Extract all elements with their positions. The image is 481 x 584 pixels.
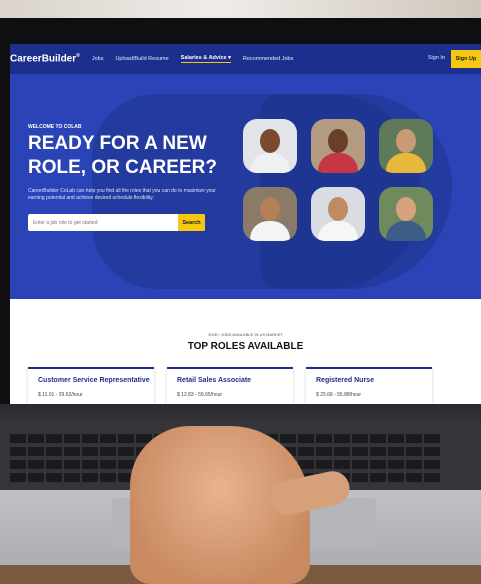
hero-section: WELCOME TO COLAB READY FOR A NEW ROLE, O… [10,74,481,299]
role-title: Customer Service Representative [38,377,150,384]
nav-link-recommended-jobs[interactable]: Recommended Jobs [243,56,293,62]
top-roles-section: 300K+ JOBS AVAILABLE IN US MARKET TOP RO… [10,299,481,404]
person-photo [379,119,433,173]
job-search-bar: Search [28,214,205,231]
nav-link-upload-resume[interactable]: Upload/Build Resume [115,56,168,62]
sign-in-link[interactable]: Sign In [428,55,445,61]
role-pay-range: $ 25.68 - 55.88/hour [316,392,362,398]
nav-link-jobs[interactable]: Jobs [92,56,104,62]
hero-eyebrow: WELCOME TO COLAB [28,124,82,130]
role-pay-range: $ 11.01 - 29.62/hour [38,392,83,398]
person-photo [243,119,297,173]
role-card[interactable]: Customer Service Representative $ 11.01 … [28,367,154,404]
role-pay-range: $ 12.83 - 59.65/hour [177,392,223,398]
role-title: Registered Nurse [316,377,374,384]
search-button[interactable]: Search [178,214,205,231]
sign-up-button[interactable]: Sign Up [451,50,481,68]
jobs-count-subheading: 300K+ JOBS AVAILABLE IN US MARKET [208,332,283,337]
person-photo [379,187,433,241]
hero-headline: READY FOR A NEW ROLE, OR CAREER? [28,133,217,178]
person-photo [243,187,297,241]
careerbuilder-logo[interactable]: CareerBuilder® [10,53,80,64]
top-roles-title: TOP ROLES AVAILABLE [187,341,304,352]
person-photo [311,187,365,241]
role-card[interactable]: Retail Sales Associate $ 12.83 - 59.65/h… [167,367,293,404]
role-card[interactable]: Registered Nurse $ 25.68 - 55.88/hour [306,367,432,404]
job-search-input[interactable] [28,214,173,231]
nav-link-salaries-advice[interactable]: Salaries & Advice ▾ [180,55,231,63]
top-navigation: CareerBuilder® Jobs Upload/Build Resume … [10,44,481,74]
laptop-screen: CareerBuilder® Jobs Upload/Build Resume … [10,44,481,404]
role-title: Retail Sales Associate [177,377,252,384]
person-photo [311,119,365,173]
hero-description: CareerBuilder CoLab can help you find al… [28,188,216,201]
